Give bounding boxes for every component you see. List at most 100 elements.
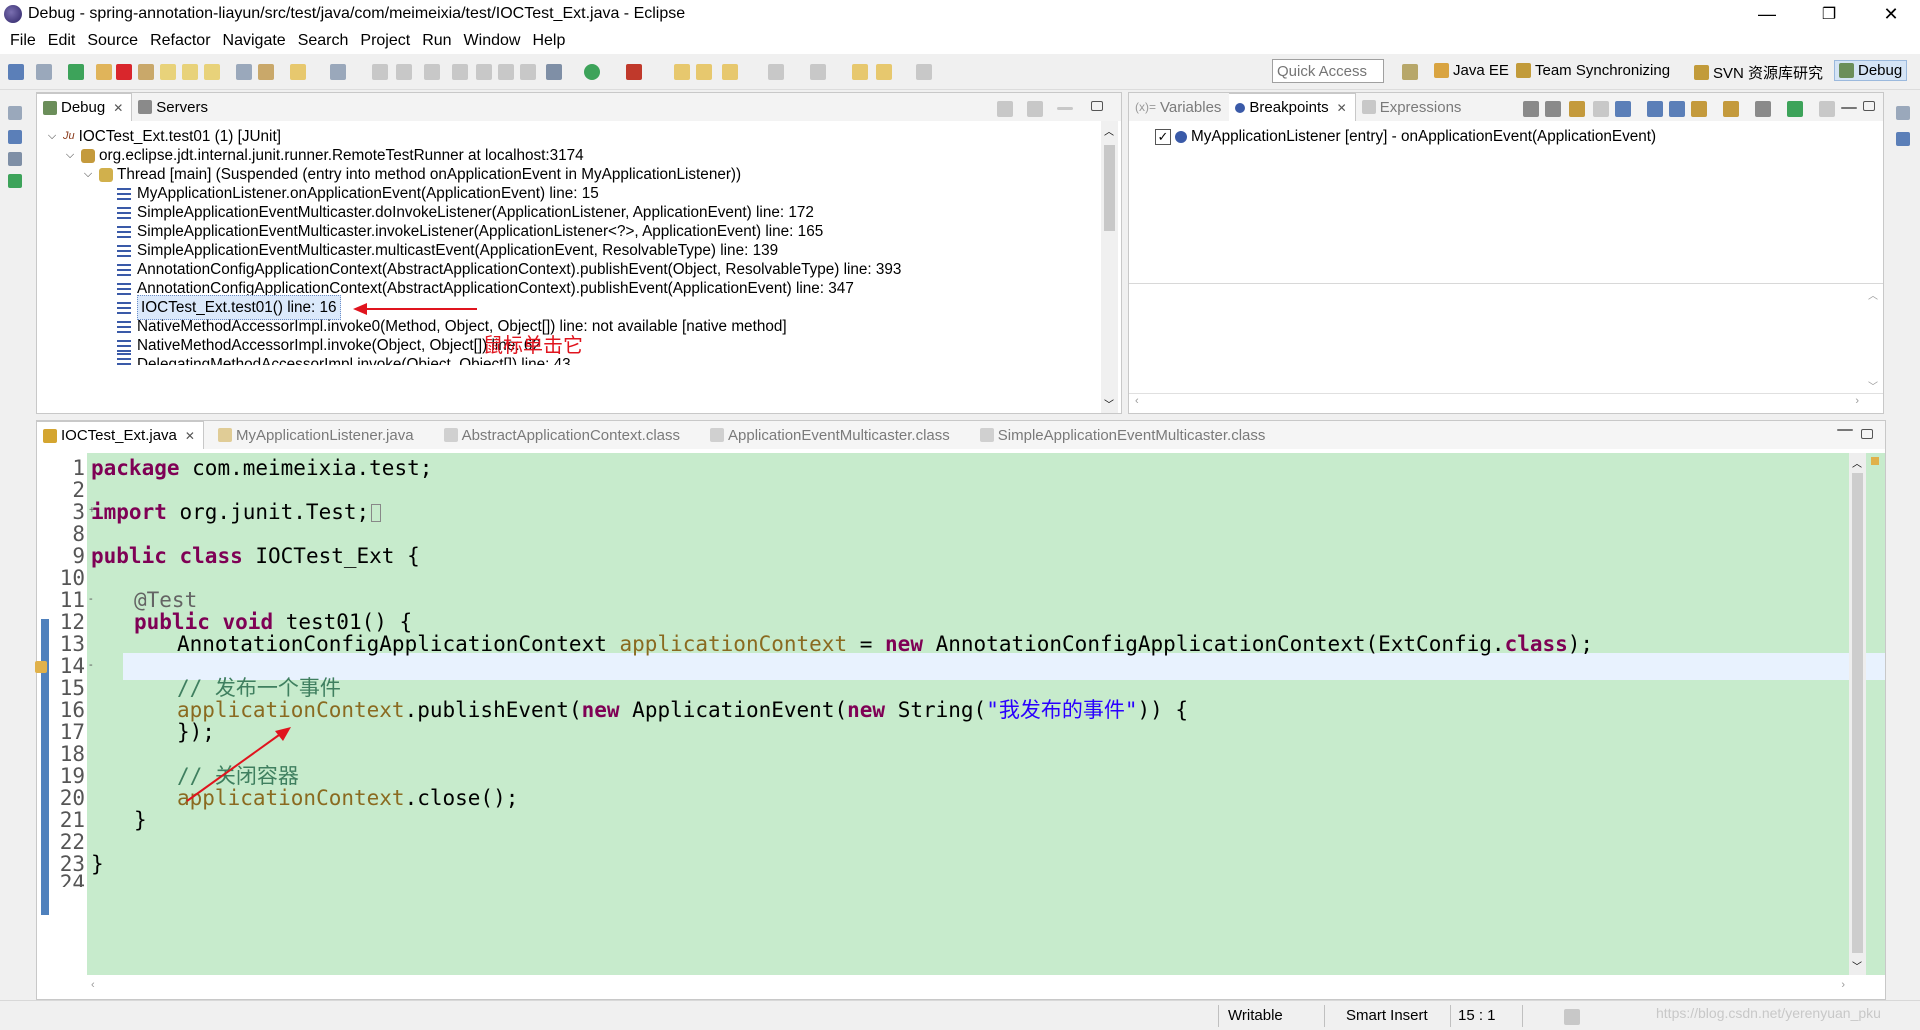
build-icon[interactable] <box>476 64 492 80</box>
expand-all-icon[interactable] <box>1647 101 1663 117</box>
save-icon[interactable] <box>372 64 388 80</box>
tab-variables[interactable]: (x)= Variables <box>1129 93 1229 121</box>
remove-all-breakpoints-icon[interactable] <box>1545 101 1561 117</box>
close-tab-icon[interactable]: ✕ <box>1337 101 1347 115</box>
menu-navigate[interactable]: Navigate <box>217 32 292 50</box>
use-step-filters-icon[interactable] <box>258 64 274 80</box>
open-type-icon[interactable] <box>330 64 346 80</box>
package-explorer-icon[interactable] <box>8 130 22 144</box>
restore-icon[interactable] <box>8 106 22 120</box>
save-all-icon[interactable] <box>396 64 412 80</box>
open-folder-icon[interactable] <box>674 64 690 80</box>
scroll-up-icon[interactable]: ︿ <box>1104 123 1114 138</box>
maximize-editor-icon[interactable] <box>1861 429 1873 439</box>
skip-all-icon[interactable] <box>1615 101 1631 117</box>
back-icon[interactable] <box>876 64 892 80</box>
tab-expressions[interactable]: Expressions <box>1356 93 1470 121</box>
breakpoint-checkbox[interactable]: ✓ <box>1155 128 1171 145</box>
tab-ioctest-ext[interactable]: IOCTest_Ext.java ✕ <box>37 421 204 449</box>
perspective-svn[interactable]: SVN 资源库研究 <box>1694 62 1823 83</box>
progress-icon[interactable] <box>1564 1009 1580 1025</box>
tab-applicationeventmulticaster[interactable]: ApplicationEventMulticaster.class <box>704 421 958 449</box>
scroll-right-icon[interactable]: › <box>1855 395 1859 407</box>
show-breakpoints-icon[interactable] <box>1787 101 1803 117</box>
go-to-file-icon[interactable] <box>1593 101 1609 117</box>
forward-icon[interactable] <box>916 64 932 80</box>
restore-button[interactable]: ❐ <box>1804 0 1854 28</box>
scroll-down-icon[interactable]: ﹀ <box>1868 378 1878 393</box>
menu-search[interactable]: Search <box>292 32 355 50</box>
breakpoint-item[interactable]: ✓ MyApplicationListener [entry] - onAppl… <box>1155 125 1656 148</box>
tab-servers[interactable]: Servers <box>132 93 216 121</box>
close-window-button[interactable]: ✕ <box>1866 0 1916 28</box>
scroll-left-icon[interactable]: ‹ <box>1135 395 1139 407</box>
debug-run-icon[interactable] <box>546 64 562 80</box>
drop-to-frame-icon[interactable] <box>236 64 252 80</box>
fold-collapse-icon[interactable]: - <box>89 659 93 671</box>
menu-help[interactable]: Help <box>526 32 571 50</box>
tab-breakpoints[interactable]: Breakpoints ✕ <box>1229 93 1356 121</box>
disconnect-icon[interactable] <box>138 64 154 80</box>
detail-scrollbar[interactable]: ︿ ﹀ <box>1865 285 1882 395</box>
navigator-icon[interactable] <box>8 152 22 166</box>
maximize-view-icon[interactable] <box>1863 101 1875 111</box>
menu-refactor[interactable]: Refactor <box>144 32 216 50</box>
menu-window[interactable]: Window <box>458 32 527 50</box>
perspective-team-sync[interactable]: Team Synchronizing <box>1516 62 1670 79</box>
suspend-icon[interactable] <box>96 64 112 80</box>
status-insert-mode[interactable]: Smart Insert <box>1346 1007 1428 1024</box>
new-icon[interactable] <box>290 64 306 80</box>
terminate-icon[interactable] <box>116 64 132 80</box>
scroll-down-icon[interactable]: ﹀ <box>1852 958 1862 973</box>
collapse-all-icon[interactable] <box>1669 101 1685 117</box>
fold-collapse-icon[interactable]: - <box>89 593 93 605</box>
folded-imports-marker[interactable] <box>371 504 382 522</box>
menu-run[interactable]: Run <box>416 32 457 50</box>
minimize-view-icon[interactable] <box>1057 107 1073 110</box>
add-exception-breakpoint-icon[interactable] <box>1723 101 1739 117</box>
skip-breakpoints-icon[interactable] <box>8 64 24 80</box>
show-supported-icon[interactable] <box>1569 101 1585 117</box>
step-return-icon[interactable] <box>204 64 220 80</box>
remove-breakpoint-icon[interactable] <box>1523 101 1539 117</box>
tab-abstractapplicationcontext[interactable]: AbstractApplicationContext.class <box>438 421 688 449</box>
open-project-icon[interactable] <box>696 64 712 80</box>
clean-icon[interactable] <box>520 64 536 80</box>
debug-scrollbar[interactable]: ︿ ﹀ <box>1101 121 1118 413</box>
editor-scrollbar[interactable]: ︿ ﹀ <box>1849 453 1866 975</box>
build-all-icon[interactable] <box>498 64 514 80</box>
menu-file[interactable]: File <box>4 32 42 50</box>
step-over-icon[interactable] <box>182 64 198 80</box>
run-icon[interactable] <box>584 64 600 80</box>
tab-debug[interactable]: Debug ✕ <box>37 93 133 121</box>
menu-edit[interactable]: Edit <box>42 32 82 50</box>
expand-icon[interactable]: ⌵ <box>63 144 77 167</box>
external-tools-icon[interactable] <box>626 64 642 80</box>
tab-myapplicationlistener[interactable]: MyApplicationListener.java <box>212 421 422 449</box>
close-tab-icon[interactable]: ✕ <box>113 101 123 115</box>
outline-icon[interactable] <box>1896 132 1910 146</box>
menu-project[interactable]: Project <box>354 32 416 50</box>
scroll-left-icon[interactable]: ‹ <box>91 979 95 991</box>
menu-source[interactable]: Source <box>81 32 144 50</box>
editor-hscrollbar[interactable]: ‹ › <box>87 977 1849 997</box>
resume-icon[interactable] <box>68 64 84 80</box>
minimize-editor-icon[interactable] <box>1837 429 1853 431</box>
expand-icon[interactable]: ⌵ <box>81 163 95 186</box>
pencil-icon[interactable] <box>722 64 738 80</box>
collapse-icon[interactable] <box>36 64 52 80</box>
scroll-right-icon[interactable]: › <box>1841 979 1845 991</box>
scroll-thumb[interactable] <box>1104 145 1115 231</box>
detail-hscrollbar[interactable]: ‹ › <box>1129 393 1883 411</box>
print-icon[interactable] <box>424 64 440 80</box>
view-menu-icon[interactable] <box>1027 101 1043 117</box>
overview-ruler-marker[interactable] <box>1871 457 1879 465</box>
outline-table-icon[interactable] <box>8 174 22 188</box>
link-with-debug-icon[interactable] <box>1691 101 1707 117</box>
prev-annotation-icon[interactable] <box>810 64 826 80</box>
minimize-button[interactable]: — <box>1742 0 1792 28</box>
perspective-debug[interactable]: Debug <box>1834 60 1908 81</box>
scroll-up-icon[interactable]: ︿ <box>1852 455 1862 470</box>
close-tab-icon[interactable]: ✕ <box>185 429 195 443</box>
scroll-up-icon[interactable]: ︿ <box>1868 287 1878 302</box>
